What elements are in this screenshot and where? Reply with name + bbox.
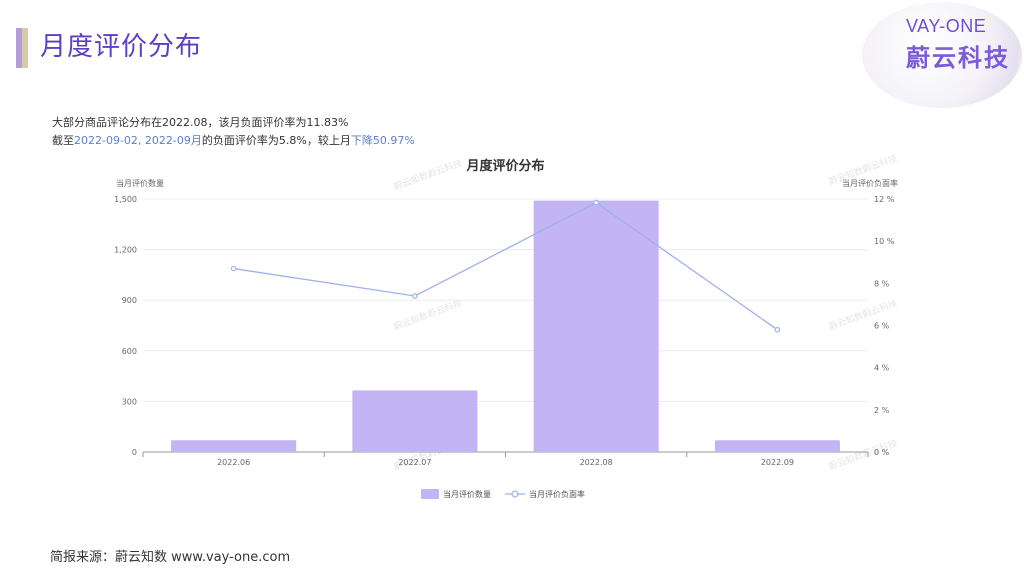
source-note: 简报来源：蔚云知数 www.vay-one.com (50, 550, 291, 565)
line-point (593, 199, 599, 206)
x-tick-label: 2022.08 (580, 458, 613, 467)
y-axis-right-title: 当月评价负面率 (842, 178, 898, 188)
line-point (774, 326, 781, 333)
line-series-path (233, 201, 778, 331)
y-tick-label: 0 (132, 448, 137, 457)
y-right-tick-label: 6 % (874, 322, 890, 331)
y-tick-label: 1,200 (114, 246, 137, 255)
y-right-tick-label: 2 % (874, 406, 890, 415)
legend-swatch-point (511, 490, 519, 498)
y-axis-left-title: 当月评价数量 (116, 178, 164, 188)
legend-swatch-bar (421, 489, 439, 499)
y-right-tick-label: 8 % (874, 279, 890, 288)
y-tick-label: 600 (122, 347, 137, 356)
chart-title: 月度评价分布 (465, 158, 544, 174)
line-point (412, 293, 418, 299)
x-tick-label: 2022.06 (217, 458, 250, 467)
bar (352, 390, 478, 452)
bar (171, 440, 297, 452)
monthly-review-chart: 蔚云知数蔚云科技蔚云知数蔚云科技蔚云知数蔚云科技蔚云知数蔚云科技蔚云知数蔚云科技… (114, 152, 899, 499)
y-tick-label: 1,500 (114, 195, 137, 204)
x-tick-label: 2022.07 (398, 458, 431, 467)
y-tick-label: 900 (122, 296, 137, 305)
y-right-tick-label: 0 % (874, 448, 890, 457)
legend-label-bar: 当月评价数量 (443, 489, 491, 499)
x-tick-label: 2022.09 (761, 458, 794, 467)
bar (714, 440, 840, 452)
y-right-tick-label: 10 % (874, 237, 895, 246)
watermark-text: 蔚云知数蔚云科技 (392, 157, 464, 193)
line-point (230, 265, 237, 272)
y-right-tick-label: 4 % (874, 364, 890, 373)
legend-label-line: 当月评价负面率 (529, 489, 585, 499)
y-tick-label: 300 (122, 397, 137, 406)
bar (533, 200, 659, 452)
watermark-text: 蔚云知数蔚云科技 (392, 297, 464, 333)
y-right-tick-label: 12 % (874, 195, 895, 204)
